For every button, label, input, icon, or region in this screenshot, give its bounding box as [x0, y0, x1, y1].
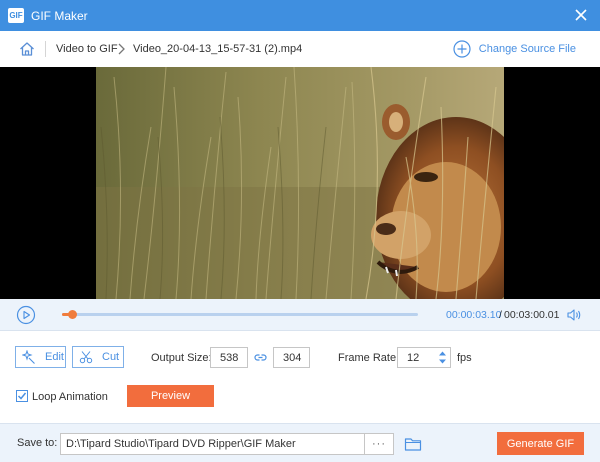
- total-time: 00:03:00.01: [504, 309, 560, 321]
- change-source-file-button[interactable]: Change Source File: [453, 40, 576, 58]
- frame-rate-stepper[interactable]: 12: [397, 347, 451, 368]
- fps-unit-label: fps: [457, 352, 472, 364]
- folder-icon[interactable]: [404, 436, 422, 452]
- video-frame-lion: [96, 67, 504, 299]
- title-bar: GIF GIF Maker: [0, 0, 600, 31]
- browse-more-button[interactable]: ···: [365, 433, 394, 455]
- cut-label: Cut: [102, 351, 120, 363]
- loop-animation-label[interactable]: Loop Animation: [32, 391, 108, 403]
- output-size-label: Output Size:: [151, 352, 212, 364]
- checkmark-icon: [17, 392, 27, 400]
- save-to-label: Save to:: [17, 437, 58, 449]
- current-time: 00:00:03.10: [446, 309, 502, 321]
- save-bar: Save to: D:\Tipard Studio\Tipard DVD Rip…: [0, 423, 600, 462]
- playback-bar: 00:00:03.10 / 00:03:00.01: [0, 299, 600, 331]
- loop-animation-checkbox[interactable]: [16, 390, 28, 402]
- breadcrumb-file-name: Video_20-04-13_15-57-31 (2).mp4: [133, 43, 303, 55]
- magic-star-icon: [22, 350, 35, 364]
- edit-label: Edit: [45, 351, 64, 363]
- play-icon[interactable]: [16, 305, 36, 325]
- timeline-slider[interactable]: [62, 310, 418, 319]
- plus-circle-icon: [453, 40, 471, 58]
- timeline-handle[interactable]: [67, 310, 77, 319]
- change-source-file-label: Change Source File: [478, 43, 576, 55]
- edit-button[interactable]: Edit: [15, 346, 66, 368]
- gif-maker-app-icon: GIF: [8, 8, 24, 23]
- frame-rate-value: 12: [407, 351, 420, 364]
- app-icon-glyph: GIF: [9, 10, 23, 20]
- breadcrumb: Video to GIF Video_20-04-13_15-57-31 (2)…: [0, 31, 600, 67]
- home-icon[interactable]: [18, 40, 36, 58]
- video-preview-area: [0, 67, 600, 299]
- gif-settings-panel: Edit Cut Output Size: 538 304 Frame Rate…: [0, 331, 600, 423]
- volume-icon[interactable]: [566, 307, 582, 323]
- output-height-input[interactable]: 304: [273, 347, 310, 368]
- generate-gif-button[interactable]: Generate GIF: [497, 432, 584, 455]
- save-path-input[interactable]: D:\Tipard Studio\Tipard DVD Ripper\GIF M…: [60, 433, 365, 455]
- nav-divider: [45, 41, 46, 57]
- breadcrumb-video-to-gif[interactable]: Video to GIF: [56, 43, 118, 55]
- preview-button[interactable]: Preview: [127, 385, 214, 407]
- output-width-input[interactable]: 538: [210, 347, 248, 368]
- window-title: GIF Maker: [31, 9, 88, 23]
- close-icon[interactable]: [572, 6, 590, 24]
- time-separator: /: [499, 309, 502, 321]
- spinner-arrows-icon[interactable]: [438, 349, 447, 366]
- chevron-right-icon: [118, 43, 125, 55]
- link-icon[interactable]: [254, 351, 267, 364]
- cut-button[interactable]: Cut: [72, 346, 124, 368]
- scissors-icon: [79, 351, 93, 364]
- frame-rate-label: Frame Rate:: [338, 352, 400, 364]
